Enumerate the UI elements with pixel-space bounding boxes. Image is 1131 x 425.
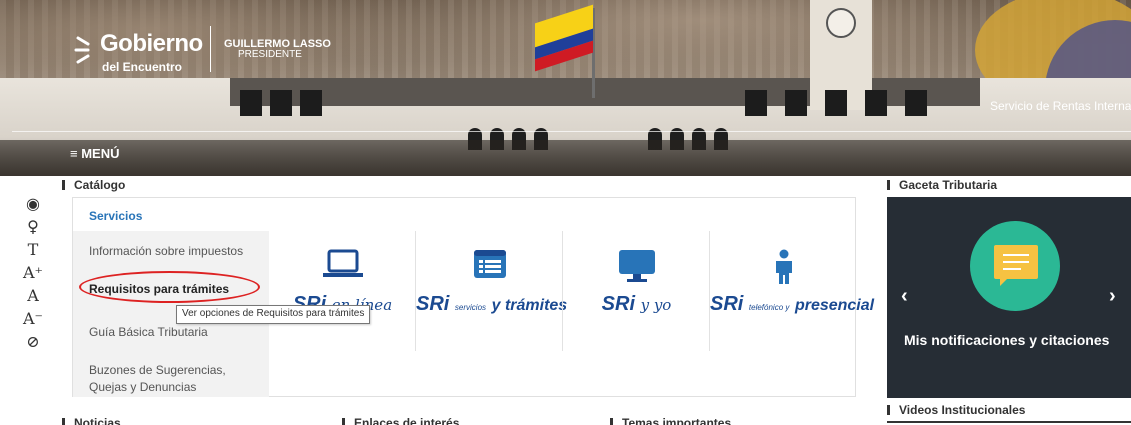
- font-normal-icon[interactable]: A: [18, 284, 48, 307]
- logo-rays-icon: [74, 36, 90, 64]
- font-decrease-icon[interactable]: A⁻: [18, 307, 48, 330]
- accessibility-person-icon[interactable]: ♀: [18, 215, 48, 238]
- brand-sri: SRi: [601, 293, 636, 315]
- service-card-en-linea[interactable]: SRi en línea: [269, 231, 416, 351]
- brand-prefix: telefónico y: [748, 303, 790, 312]
- menu-item-informacion-impuestos[interactable]: Información sobre impuestos: [89, 242, 243, 260]
- videos-title: Videos Institucionales: [887, 403, 1025, 417]
- gaceta-title: Gaceta Tributaria: [887, 178, 997, 192]
- window: [785, 90, 807, 116]
- gobierno-logo[interactable]: Gobierno del Encuentro: [58, 18, 218, 84]
- brand-sri: SRi: [710, 293, 744, 315]
- enlaces-title: Enlaces de interés: [342, 416, 459, 425]
- brand-suffix: presencial: [794, 297, 875, 314]
- monitor-icon: [618, 250, 655, 282]
- service-card-sri-y-yo[interactable]: SRi y yo: [563, 231, 710, 351]
- gaceta-caption[interactable]: Mis notificaciones y citaciones: [904, 332, 1109, 348]
- service-brand: SRi servicios y trámites: [416, 293, 567, 316]
- president-title: PRESIDENTE: [238, 49, 302, 60]
- menu-item-quejas[interactable]: Quejas y Denuncias: [89, 378, 196, 396]
- window: [905, 90, 927, 116]
- brand-suffix: y yo: [640, 296, 672, 314]
- carousel-prev-button[interactable]: ‹: [901, 285, 908, 308]
- catalog-title: Catálogo: [62, 178, 125, 192]
- menu-divider: [12, 131, 1131, 132]
- menu-item-buzones[interactable]: Buzones de Sugerencias,: [89, 361, 226, 379]
- banner-shade: [0, 140, 1131, 176]
- font-increase-icon[interactable]: A⁺: [18, 261, 48, 284]
- service-brand: SRi y yo: [563, 293, 710, 316]
- laptop-icon: [322, 249, 363, 277]
- catalog-panel: Servicios Información sobre impuestos Re…: [72, 197, 874, 397]
- window: [825, 90, 847, 116]
- accessibility-toolbar: ◉ ♀ T A⁺ A A⁻ ⊘: [18, 192, 48, 353]
- highlight-ellipse: [79, 271, 260, 303]
- logo-main-text: Gobierno: [100, 30, 203, 57]
- menu-button[interactable]: ≡ MENÚ: [70, 146, 119, 161]
- clock-icon: [826, 8, 856, 38]
- brand-prefix: servicios: [454, 303, 487, 312]
- eye-icon[interactable]: ◉: [18, 192, 48, 215]
- window: [300, 90, 322, 116]
- tooltip: Ver opciones de Requisitos para trámites: [176, 305, 371, 324]
- text-font-icon[interactable]: T: [18, 238, 48, 261]
- tab-servicios[interactable]: Servicios: [89, 209, 142, 223]
- brand-suffix: y trámites: [491, 297, 568, 314]
- menu-item-guia-basica[interactable]: Guía Básica Tributaria: [89, 323, 208, 341]
- message-icon: [994, 245, 1038, 286]
- window: [865, 90, 887, 116]
- temas-title: Temas importantes: [610, 416, 731, 425]
- noticias-title: Noticias: [62, 416, 121, 425]
- window: [270, 90, 292, 116]
- window: [745, 90, 767, 116]
- gaceta-carousel[interactable]: ‹ › Mis notificaciones y citaciones: [887, 197, 1131, 398]
- page: Gobierno del Encuentro GUILLERMO LASSO P…: [0, 0, 1131, 425]
- list-window-icon: [473, 250, 506, 278]
- carousel-next-button[interactable]: ›: [1109, 285, 1116, 308]
- service-brand: SRi telefónico y presencial: [710, 293, 874, 316]
- person-icon: [775, 249, 792, 284]
- logo-divider: [210, 26, 211, 72]
- logo-sub-text: del Encuentro: [102, 60, 183, 74]
- agency-name[interactable]: Servicio de Rentas Interna: [990, 99, 1131, 113]
- contrast-off-icon[interactable]: ⊘: [18, 330, 48, 353]
- window: [240, 90, 262, 116]
- brand-sri: SRi: [416, 293, 450, 315]
- videos-divider: [887, 421, 1131, 423]
- service-card-presencial[interactable]: SRi telefónico y presencial: [710, 231, 874, 351]
- service-card-servicios-tramites[interactable]: SRi servicios y trámites: [416, 231, 567, 351]
